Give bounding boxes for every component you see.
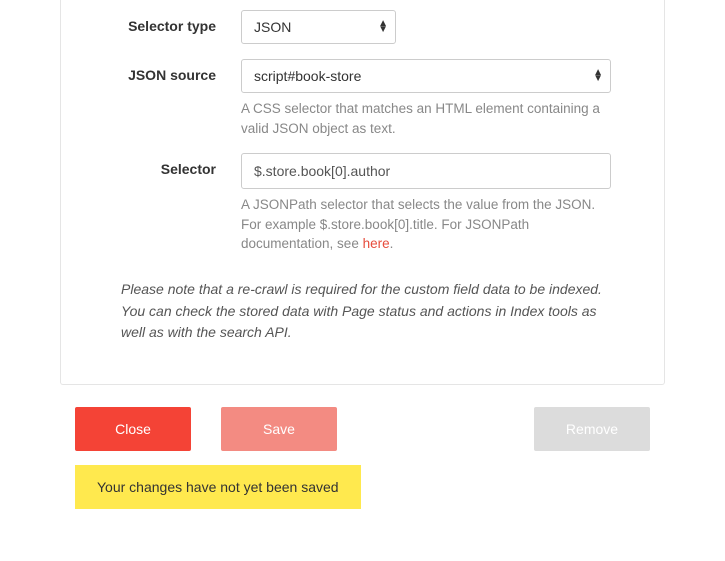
selector-type-select[interactable]: JSON	[241, 10, 396, 44]
selector-input[interactable]	[241, 153, 611, 189]
label-selector-type: Selector type	[61, 10, 241, 34]
save-button[interactable]: Save	[221, 407, 337, 451]
selector-help-pre: A JSONPath selector that selects the val…	[241, 197, 595, 251]
row-selector-type: Selector type JSON ▲▼	[61, 0, 664, 49]
row-selector: Selector A JSONPath selector that select…	[61, 143, 664, 259]
remove-button[interactable]: Remove	[534, 407, 650, 451]
row-json-source: JSON source script#book-store ▲▼ A CSS s…	[61, 49, 664, 143]
selector-help-post: .	[390, 236, 394, 251]
button-row: Close Save Remove	[0, 385, 725, 451]
json-source-select[interactable]: script#book-store	[241, 59, 611, 93]
recrawl-note: Please note that a re-crawl is required …	[61, 259, 664, 344]
label-selector: Selector	[61, 153, 241, 177]
form-panel: Selector type JSON ▲▼ JSON source script…	[60, 0, 665, 385]
json-source-help: A CSS selector that matches an HTML elem…	[241, 99, 611, 138]
unsaved-changes-alert: Your changes have not yet been saved	[75, 465, 361, 509]
selector-help: A JSONPath selector that selects the val…	[241, 195, 611, 254]
close-button[interactable]: Close	[75, 407, 191, 451]
jsonpath-doc-link[interactable]: here	[363, 236, 390, 251]
label-json-source: JSON source	[61, 59, 241, 83]
